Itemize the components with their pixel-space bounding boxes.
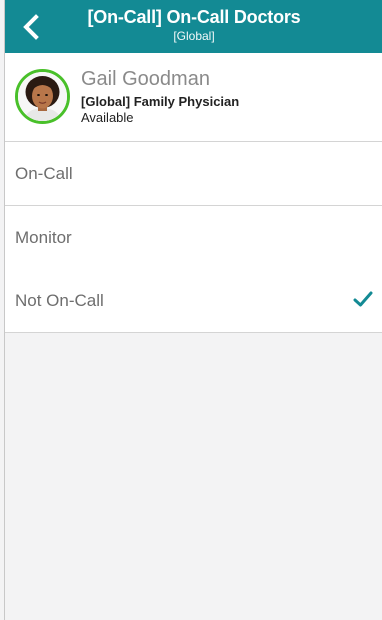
option-on-call[interactable]: On-Call [5, 142, 382, 206]
title-block: [On-Call] On-Call Doctors [Global] [65, 6, 323, 44]
page-title: [On-Call] On-Call Doctors [87, 7, 301, 27]
option-monitor[interactable]: Monitor [5, 206, 382, 270]
option-not-on-call[interactable]: Not On-Call [5, 269, 382, 333]
option-label: On-Call [15, 164, 73, 183]
doctor-name: Gail Goodman [81, 68, 210, 90]
page-subtitle: [Global] [173, 29, 215, 43]
back-button[interactable] [13, 8, 49, 46]
avatar [15, 69, 70, 124]
chevron-left-icon [23, 14, 39, 40]
option-label: Not On-Call [15, 291, 104, 310]
top-bar: [On-Call] On-Call Doctors [Global] [5, 0, 382, 53]
avatar-photo [18, 72, 67, 121]
app-screen: [On-Call] On-Call Doctors [Global] Gail … [4, 0, 382, 620]
option-label: Monitor [15, 228, 72, 247]
checkmark-icon [353, 291, 373, 307]
doctor-role: [Global] Family Physician [81, 94, 240, 109]
availability-status: Available [81, 110, 134, 125]
doctor-profile: Gail Goodman [Global] Family Physician A… [5, 53, 382, 142]
